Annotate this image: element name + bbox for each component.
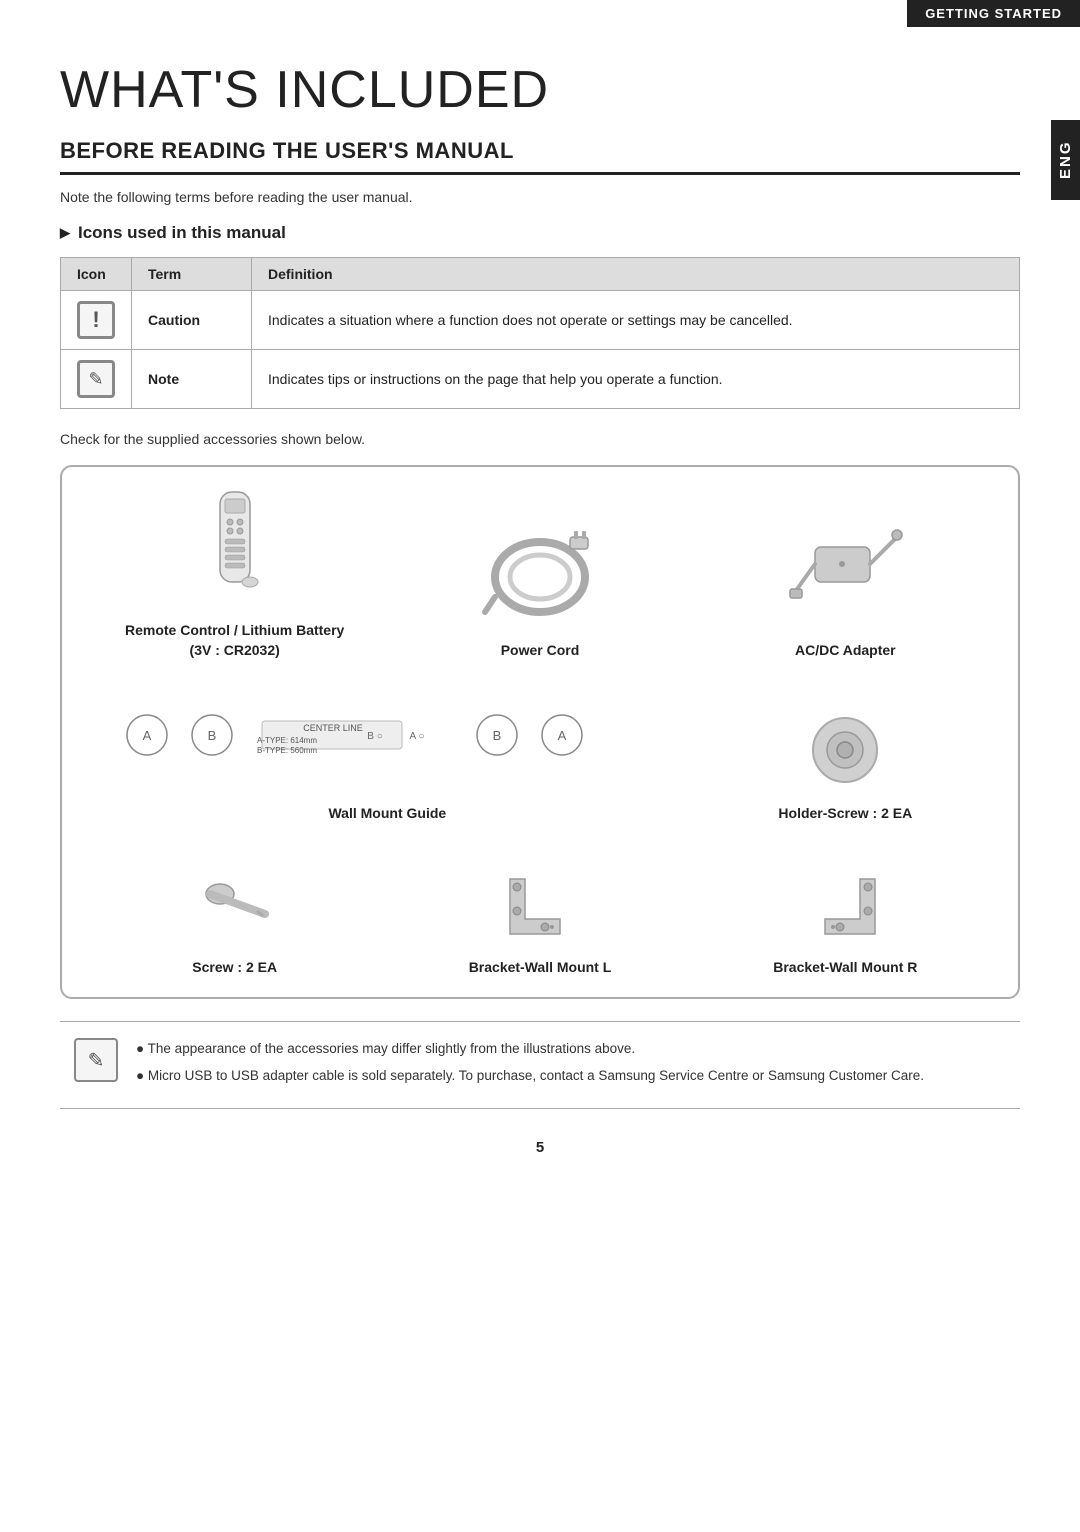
bracket-r-image (795, 834, 895, 944)
table-row: ! Caution Indicates a situation where a … (61, 291, 1020, 350)
svg-text:B: B (208, 728, 217, 743)
accessories-box: Remote Control / Lithium Battery (3V : C… (60, 465, 1020, 999)
screw-svg (195, 864, 275, 944)
bracket-r-svg (795, 864, 895, 944)
accessories-top-row: Remote Control / Lithium Battery (3V : C… (82, 497, 998, 660)
section-title: BEFORE READING THE USER'S MANUAL (60, 138, 1020, 175)
wall-mount-guide-image: A B CENTER LINE A-TYPE: 614mm B-TYPE: 56… (82, 680, 693, 790)
accessory-screw: Screw : 2 EA (82, 834, 387, 978)
accessory-power-cord: Power Cord (387, 517, 692, 661)
check-text: Check for the supplied accessories shown… (60, 431, 1020, 447)
col-definition-header: Definition (252, 258, 1020, 291)
remote-image (195, 497, 275, 607)
icons-table: Icon Term Definition ! Caution Indicates… (60, 257, 1020, 409)
power-cord-label: Power Cord (501, 641, 580, 661)
getting-started-tab: GETTING STARTED (907, 0, 1080, 27)
accessory-bracket-l: Bracket-Wall Mount L (387, 834, 692, 978)
caution-definition-cell: Indicates a situation where a function d… (252, 291, 1020, 350)
col-icon-header: Icon (61, 258, 132, 291)
remote-label: Remote Control / Lithium Battery (3V : C… (125, 621, 344, 660)
holder-screw-svg (805, 710, 885, 790)
note-term-cell: Note (132, 350, 252, 409)
accessory-remote: Remote Control / Lithium Battery (3V : C… (82, 497, 387, 660)
bracket-l-image (490, 834, 590, 944)
page-number: 5 (60, 1139, 1020, 1156)
accessories-bottom-row: Screw : 2 EA Bracket-Wall Mount L (82, 834, 998, 978)
icons-subsection-title: Icons used in this manual (60, 223, 1020, 243)
note-bullet-1: ● The appearance of the accessories may … (136, 1038, 924, 1061)
bracket-r-label: Bracket-Wall Mount R (773, 958, 917, 978)
svg-text:A: A (558, 728, 567, 743)
svg-text:CENTER LINE: CENTER LINE (304, 723, 364, 733)
caution-icon: ! (77, 301, 115, 339)
accessory-holder-screw: Holder-Screw : 2 EA (693, 680, 998, 824)
screw-image (195, 834, 275, 944)
caution-icon-cell: ! (61, 291, 132, 350)
bracket-l-svg (490, 864, 590, 944)
svg-text:B-TYPE: 560mm: B-TYPE: 560mm (257, 746, 317, 755)
notes-text: ● The appearance of the accessories may … (136, 1038, 924, 1092)
page-title: WHAT'S INCLUDED (60, 60, 1020, 120)
adapter-image (785, 517, 905, 627)
caution-term-cell: Caution (132, 291, 252, 350)
remote-svg (195, 487, 275, 607)
svg-text:A: A (143, 728, 152, 743)
notes-icon: ✎ (74, 1038, 118, 1082)
bracket-l-label: Bracket-Wall Mount L (469, 958, 612, 978)
accessories-middle-row: A B CENTER LINE A-TYPE: 614mm B-TYPE: 56… (82, 680, 998, 824)
accessory-bracket-r: Bracket-Wall Mount R (693, 834, 998, 978)
wall-mount-guide-svg: A B CENTER LINE A-TYPE: 614mm B-TYPE: 56… (107, 703, 667, 768)
language-tab: ENG (1051, 120, 1080, 200)
adapter-label: AC/DC Adapter (795, 641, 896, 661)
svg-text:B ○: B ○ (368, 731, 384, 742)
svg-text:A-TYPE: 614mm: A-TYPE: 614mm (257, 736, 317, 745)
screw-label: Screw : 2 EA (192, 958, 277, 978)
note-definition-cell: Indicates tips or instructions on the pa… (252, 350, 1020, 409)
svg-text:B: B (493, 728, 502, 743)
wall-mount-guide-label: Wall Mount Guide (328, 804, 446, 824)
note-bullet-2: ● Micro USB to USB adapter cable is sold… (136, 1065, 924, 1088)
accessory-adapter: AC/DC Adapter (693, 517, 998, 661)
svg-text:A ○: A ○ (410, 731, 425, 742)
intro-text: Note the following terms before reading … (60, 189, 1020, 205)
note-icon-cell: ✎ (61, 350, 132, 409)
power-cord-image (480, 517, 600, 627)
col-term-header: Term (132, 258, 252, 291)
adapter-svg (785, 517, 905, 627)
table-row: ✎ Note Indicates tips or instructions on… (61, 350, 1020, 409)
notes-section: ✎ ● The appearance of the accessories ma… (60, 1021, 1020, 1109)
holder-screw-image (805, 680, 885, 790)
note-icon: ✎ (77, 360, 115, 398)
power-cord-svg (480, 527, 600, 627)
holder-screw-label: Holder-Screw : 2 EA (778, 804, 912, 824)
accessory-wall-mount-guide: A B CENTER LINE A-TYPE: 614mm B-TYPE: 56… (82, 680, 693, 824)
